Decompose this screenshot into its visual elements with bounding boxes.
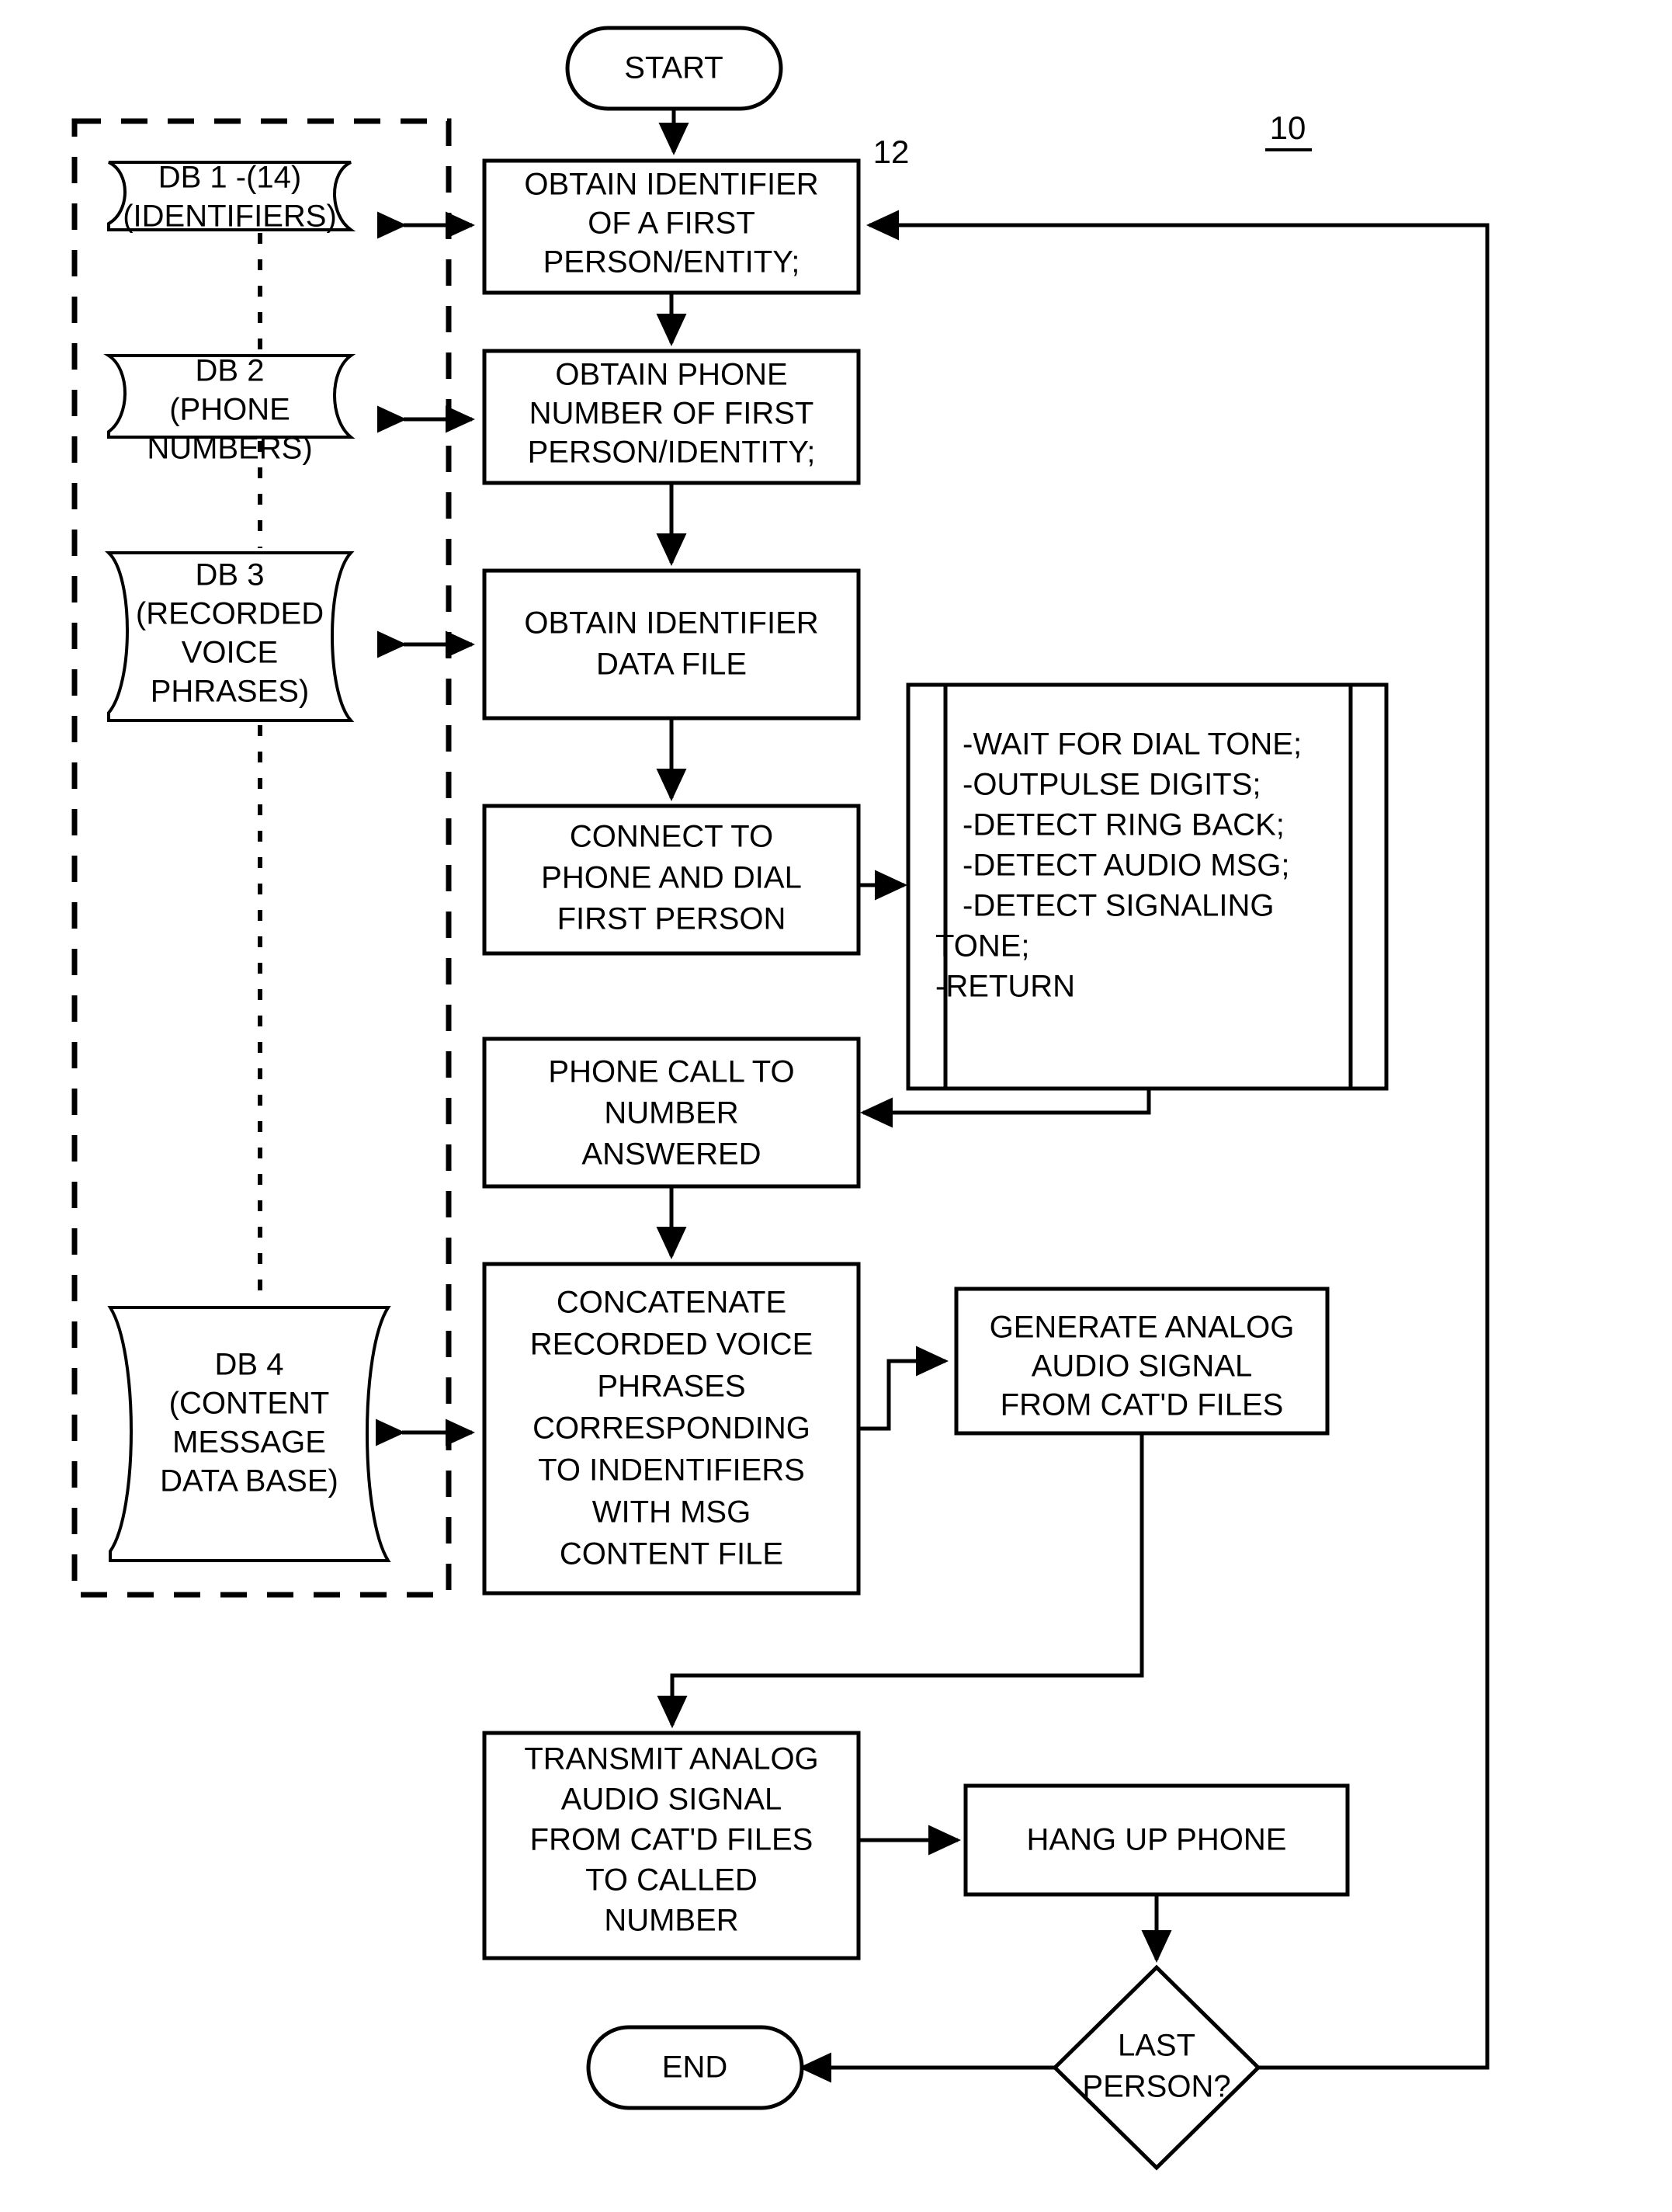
flowchart-svg: 10 12 START DB 1 -(14) (IDENTIFIERS) DB …: [71, 26, 1490, 2171]
step6-line-4: TO INDENTIFIERS: [538, 1453, 805, 1488]
process-call-answered: PHONE CALL TO NUMBER ANSWERED: [482, 1037, 861, 1189]
db3-line-3: PHRASES): [151, 675, 310, 709]
db3-line-1: (RECORDED: [136, 597, 324, 631]
process-transmit-analog-audio: TRANSMIT ANALOG AUDIO SIGNAL FROM CAT'D …: [482, 1731, 861, 1960]
reference-numeral-10-text: 10: [1270, 109, 1306, 146]
step6-line-2: PHRASES: [597, 1370, 745, 1404]
process-generate-analog-audio: GENERATE ANALOG AUDIO SIGNAL FROM CAT'D …: [954, 1287, 1330, 1436]
step5-line-2: ANSWERED: [581, 1137, 761, 1172]
step6-line-0: CONCATENATE: [557, 1286, 786, 1320]
subroutine-line-5: TONE;: [935, 929, 1030, 964]
subroutine-line-4: -DETECT SIGNALING: [963, 889, 1275, 923]
db1-line-1: (IDENTIFIERS): [123, 200, 337, 234]
db2-line-0: DB 2: [196, 354, 265, 388]
step5-line-0: PHONE CALL TO: [548, 1055, 794, 1089]
process-obtain-phone-number: OBTAIN PHONE NUMBER OF FIRST PERSON/IDEN…: [482, 349, 861, 485]
step7-line-1: AUDIO SIGNAL: [1032, 1349, 1253, 1384]
step6-line-1: RECORDED VOICE: [530, 1328, 813, 1362]
db4-line-0: DB 4: [215, 1348, 284, 1382]
step8-line-1: AUDIO SIGNAL: [561, 1783, 782, 1817]
subroutine-line-0: -WAIT FOR DIAL TONE;: [963, 727, 1302, 762]
process-connect-and-dial: CONNECT TO PHONE AND DIAL FIRST PERSON: [482, 804, 861, 956]
step3-line-0: OBTAIN IDENTIFIER: [524, 606, 818, 641]
step8-line-4: NUMBER: [604, 1904, 738, 1938]
connector-subroutine-to-step5: [859, 1089, 1151, 1128]
step6-line-3: CORRESPONDING: [532, 1412, 810, 1446]
db2-line-2: NUMBERS): [147, 432, 312, 466]
step8-line-0: TRANSMIT ANALOG: [524, 1742, 818, 1776]
db4-line-1: (CONTENT: [169, 1387, 330, 1421]
step4-line-0: CONNECT TO: [570, 820, 773, 854]
process-hang-up-phone: HANG UP PHONE: [963, 1783, 1350, 1897]
step2-line-2: PERSON/IDENTITY;: [528, 436, 816, 470]
db2-line-1: (PHONE: [169, 393, 290, 427]
step1-line-1: OF A FIRST: [588, 207, 755, 241]
db4-datastore: DB 4 (CONTENT MESSAGE DATA BASE): [107, 1306, 391, 1562]
subroutine-line-1: -OUTPULSE DIGITS;: [963, 768, 1261, 802]
connector-step6-to-generate: [859, 1346, 949, 1431]
decision-last-person: LAST PERSON?: [1052, 1964, 1261, 2171]
step7-line-0: GENERATE ANALOG: [990, 1311, 1295, 1345]
reference-numeral-10: 10: [1265, 109, 1312, 151]
step6-line-6: CONTENT FILE: [560, 1537, 783, 1571]
step9-line-0: HANG UP PHONE: [1027, 1823, 1287, 1857]
subroutine-line-2: -DETECT RING BACK;: [963, 808, 1285, 842]
db4-line-2: MESSAGE: [172, 1425, 326, 1460]
step1-line-2: PERSON/ENTITY;: [543, 245, 800, 280]
end-terminator-label: END: [662, 2051, 727, 2085]
subroutine-line-3: -DETECT AUDIO MSG;: [963, 849, 1290, 883]
db3-datastore: DB 3 (RECORDED VOICE PHRASES): [104, 551, 355, 722]
step2-line-0: OBTAIN PHONE: [555, 358, 787, 392]
db1-line-0: DB 1 -(14): [158, 161, 302, 195]
step8-line-2: FROM CAT'D FILES: [530, 1823, 813, 1857]
start-terminator-label: START: [624, 51, 723, 85]
process-obtain-identifier-data-file: OBTAIN IDENTIFIER DATA FILE: [482, 568, 861, 721]
process-obtain-identifier-person: OBTAIN IDENTIFIER OF A FIRST PERSON/ENTI…: [482, 158, 861, 295]
figure-canvas: 10 12 START DB 1 -(14) (IDENTIFIERS) DB …: [0, 0, 1672, 2212]
step1-line-0: OBTAIN IDENTIFIER: [524, 168, 818, 202]
subroutine-dial-sequence: -WAIT FOR DIAL TONE; -OUTPULSE DIGITS; -…: [906, 682, 1389, 1091]
step2-line-1: NUMBER OF FIRST: [529, 397, 814, 431]
subroutine-line-6: -RETURN: [935, 970, 1075, 1004]
db1-datastore: DB 1 -(14) (IDENTIFIERS): [107, 161, 356, 234]
step3-line-1: DATA FILE: [596, 648, 747, 682]
step8-line-3: TO CALLED: [585, 1863, 758, 1898]
db4-line-3: DATA BASE): [160, 1464, 338, 1498]
decision-line-1: PERSON?: [1082, 2070, 1230, 2104]
step6-line-5: WITH MSG: [592, 1495, 751, 1530]
reference-numeral-12-text: 12: [873, 134, 910, 170]
process-concatenate-phrases: CONCATENATE RECORDED VOICE PHRASES CORRE…: [482, 1262, 861, 1596]
step4-line-1: PHONE AND DIAL: [541, 861, 802, 895]
decision-line-0: LAST: [1118, 2029, 1195, 2063]
db3-line-0: DB 3: [196, 558, 265, 592]
db3-line-2: VOICE: [182, 636, 278, 670]
step7-line-2: FROM CAT'D FILES: [1001, 1388, 1284, 1422]
db2-datastore: DB 2 (PHONE NUMBERS): [103, 354, 356, 466]
step5-line-1: NUMBER: [604, 1096, 738, 1130]
step4-line-2: FIRST PERSON: [557, 902, 786, 936]
